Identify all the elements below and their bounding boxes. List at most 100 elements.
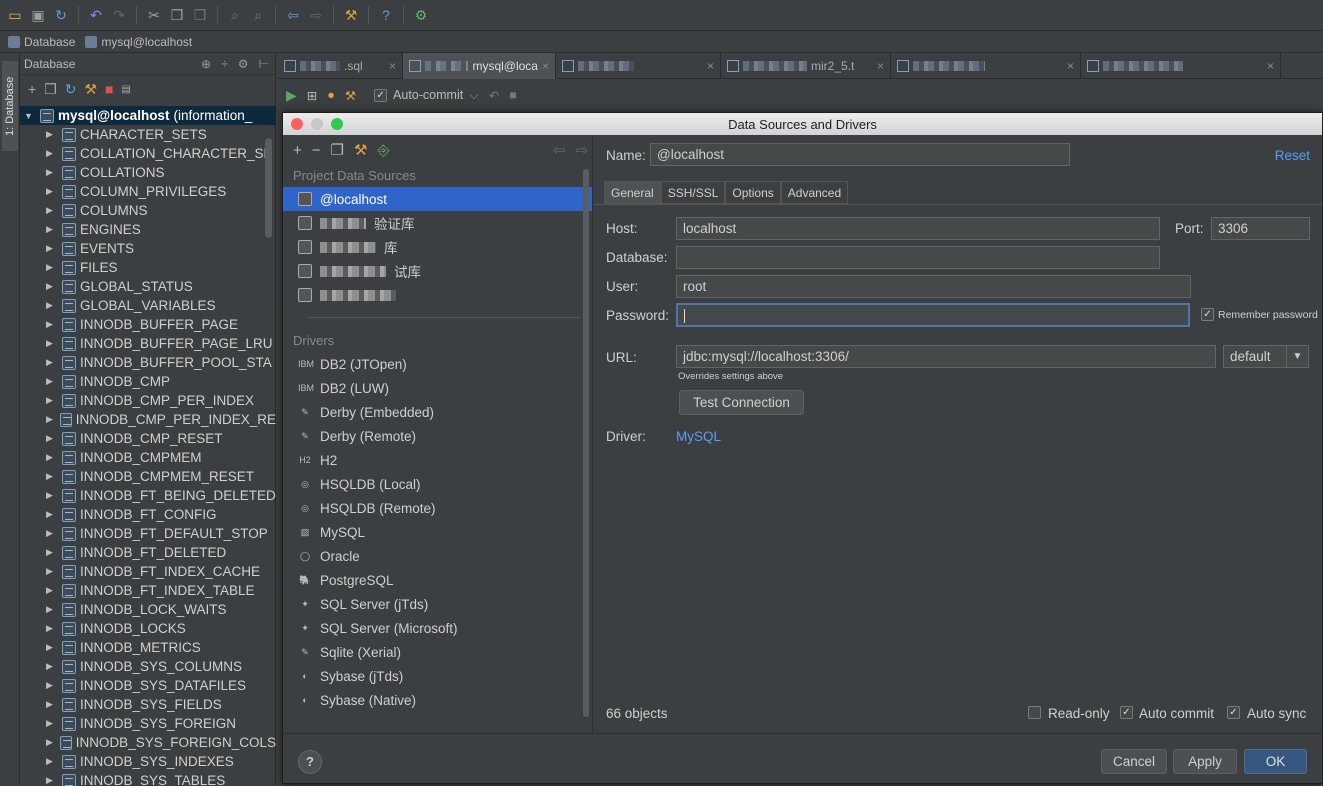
driver-item[interactable]: ✎Derby (Remote) xyxy=(283,424,592,448)
tree-table-item[interactable]: ▶INNODB_FT_INDEX_TABLE xyxy=(20,581,276,600)
collapsed-arrow-icon[interactable]: ▶ xyxy=(46,186,56,197)
tree-table-item[interactable]: ▶FILES xyxy=(20,258,276,277)
driver-item[interactable]: ✎Derby (Embedded) xyxy=(283,400,592,424)
remove-icon[interactable]: − xyxy=(312,142,321,159)
auto-sync-checkbox[interactable]: ✓ xyxy=(1227,706,1240,719)
editor-tab[interactable]: mir2_5.t× xyxy=(721,53,891,79)
help-button[interactable]: ? xyxy=(298,750,322,774)
driver-item[interactable]: ▧MySQL xyxy=(283,520,592,544)
tab-ssh-ssl[interactable]: SSH/SSL xyxy=(661,181,726,203)
run-icon[interactable]: ▶ xyxy=(286,87,297,104)
properties-icon[interactable]: ⚒ xyxy=(84,81,97,98)
collapsed-arrow-icon[interactable]: ▶ xyxy=(46,471,56,482)
driver-item[interactable]: ✎Sqlite (Xerial) xyxy=(283,640,592,664)
collapsed-arrow-icon[interactable]: ▶ xyxy=(46,376,56,387)
driver-link[interactable]: MySQL xyxy=(676,429,721,444)
collapsed-arrow-icon[interactable]: ▶ xyxy=(46,224,56,235)
tree-table-item[interactable]: ▶INNODB_FT_INDEX_CACHE xyxy=(20,562,276,581)
data-source-item[interactable]: @localhost xyxy=(283,187,592,211)
apply-button[interactable]: Apply xyxy=(1173,749,1237,774)
driver-item[interactable]: ✦SQL Server (Microsoft) xyxy=(283,616,592,640)
stop-icon[interactable]: ■ xyxy=(509,88,517,102)
collapsed-arrow-icon[interactable]: ▶ xyxy=(46,585,56,596)
collapsed-arrow-icon[interactable]: ▶ xyxy=(46,395,56,406)
database-field[interactable] xyxy=(676,246,1160,269)
read-only-checkbox[interactable] xyxy=(1028,706,1041,719)
collapsed-arrow-icon[interactable]: ▶ xyxy=(46,642,56,653)
editor-tab[interactable]: × xyxy=(556,53,721,79)
reset-link[interactable]: Reset xyxy=(1275,148,1310,163)
collapsed-arrow-icon[interactable]: ▶ xyxy=(46,319,56,330)
driver-item[interactable]: ◐Sybase (Native) xyxy=(283,688,592,712)
tree-table-item[interactable]: ▶GLOBAL_VARIABLES xyxy=(20,296,276,315)
tree-table-item[interactable]: ▶EVENTS xyxy=(20,239,276,258)
tree-table-item[interactable]: ▶INNODB_SYS_FIELDS xyxy=(20,695,276,714)
tree-table-item[interactable]: ▶INNODB_CMP_PER_INDEX_RE xyxy=(20,410,276,429)
collapsed-arrow-icon[interactable]: ▶ xyxy=(46,262,56,273)
collapsed-arrow-icon[interactable]: ▶ xyxy=(46,775,56,786)
collapsed-arrow-icon[interactable]: ▶ xyxy=(46,129,56,140)
transaction-icon[interactable]: ● xyxy=(327,88,335,102)
editor-tab[interactable]: × xyxy=(1081,53,1281,79)
tree-table-item[interactable]: ▶INNODB_CMPMEM_RESET xyxy=(20,467,276,486)
close-icon[interactable]: × xyxy=(1267,59,1274,73)
collapsed-arrow-icon[interactable]: ▶ xyxy=(46,338,56,349)
collapsed-arrow-icon[interactable]: ▶ xyxy=(46,718,56,729)
data-source-item[interactable]: 试库 xyxy=(283,259,592,283)
forward-icon[interactable]: ⇨ xyxy=(575,141,592,159)
find-icon[interactable]: ⌕ xyxy=(226,6,244,24)
tree-table-item[interactable]: ▶INNODB_FT_CONFIG xyxy=(20,505,276,524)
help-icon[interactable]: ? xyxy=(377,6,395,24)
close-icon[interactable]: × xyxy=(389,59,396,73)
tree-table-item[interactable]: ▶ENGINES xyxy=(20,220,276,239)
hide-panel-icon[interactable]: ⊢ xyxy=(259,57,269,71)
tree-table-item[interactable]: ▶INNODB_FT_DELETED xyxy=(20,543,276,562)
tree-table-item[interactable]: ▶INNODB_SYS_INDEXES xyxy=(20,752,276,771)
rollback-icon[interactable]: ↶ xyxy=(489,88,499,103)
tree-table-item[interactable]: ▶COLLATIONS xyxy=(20,163,276,182)
open-folder-icon[interactable]: ▭ xyxy=(6,6,24,24)
collapsed-arrow-icon[interactable]: ▶ xyxy=(46,623,56,634)
tab-general[interactable]: General xyxy=(604,181,661,203)
test-connection-button[interactable]: Test Connection xyxy=(679,390,804,415)
paste-icon[interactable]: ❒ xyxy=(191,6,209,24)
user-field[interactable]: root xyxy=(676,275,1191,298)
collapsed-arrow-icon[interactable]: ▶ xyxy=(46,661,56,672)
tree-table-item[interactable]: ▶CHARACTER_SETS xyxy=(20,125,276,144)
database-tool-window-button[interactable]: 1: Database xyxy=(2,61,18,151)
driver-item[interactable]: H2H2 xyxy=(283,448,592,472)
breadcrumb-connection[interactable]: mysql@localhost xyxy=(85,35,202,49)
collapsed-arrow-icon[interactable]: ▶ xyxy=(46,699,56,710)
close-icon[interactable]: × xyxy=(707,59,714,73)
tree-table-item[interactable]: ▶INNODB_SYS_DATAFILES xyxy=(20,676,276,695)
tree-table-item[interactable]: ▶COLUMNS xyxy=(20,201,276,220)
driver-item[interactable]: ◐Sybase (jTds) xyxy=(283,664,592,688)
tree-table-item[interactable]: ▶INNODB_LOCKS xyxy=(20,619,276,638)
tree-table-item[interactable]: ▶INNODB_CMP xyxy=(20,372,276,391)
tree-table-item[interactable]: ▶INNODB_SYS_COLUMNS xyxy=(20,657,276,676)
replace-icon[interactable]: ⌕ xyxy=(249,6,267,24)
add-icon[interactable]: + xyxy=(28,81,36,97)
tree-table-item[interactable]: ▶INNODB_FT_BEING_DELETED xyxy=(20,486,276,505)
forward-icon[interactable]: ⇨ xyxy=(307,6,325,24)
cut-icon[interactable]: ✂ xyxy=(145,6,163,24)
back-icon[interactable]: ⇦ xyxy=(553,141,566,159)
tree-table-item[interactable]: ▶INNODB_METRICS xyxy=(20,638,276,657)
chevron-down-icon[interactable]: ⌵ xyxy=(469,88,478,103)
collapsed-arrow-icon[interactable]: ▶ xyxy=(46,414,54,425)
stop-icon[interactable]: ■ xyxy=(105,81,113,97)
url-field[interactable]: jdbc:mysql://localhost:3306/ xyxy=(676,345,1216,368)
driver-item[interactable]: IBMDB2 (JTOpen) xyxy=(283,352,592,376)
driver-item[interactable]: IBMDB2 (LUW) xyxy=(283,376,592,400)
tab-advanced[interactable]: Advanced xyxy=(781,181,848,203)
tree-table-item[interactable]: ▶INNODB_SYS_FOREIGN_COLS xyxy=(20,733,276,752)
port-field[interactable]: 3306 xyxy=(1211,217,1310,240)
tree-table-item[interactable]: ▶INNODB_FT_DEFAULT_STOP xyxy=(20,524,276,543)
explain-icon[interactable]: ⊞ xyxy=(307,88,317,103)
collapsed-arrow-icon[interactable]: ▶ xyxy=(46,509,56,520)
breadcrumb-database[interactable]: Database xyxy=(8,35,85,49)
tree-table-item[interactable]: ▶INNODB_CMPMEM xyxy=(20,448,276,467)
add-icon[interactable]: + xyxy=(293,142,302,159)
target-icon[interactable]: ⊕ xyxy=(201,57,211,71)
tree-table-item[interactable]: ▶GLOBAL_STATUS xyxy=(20,277,276,296)
